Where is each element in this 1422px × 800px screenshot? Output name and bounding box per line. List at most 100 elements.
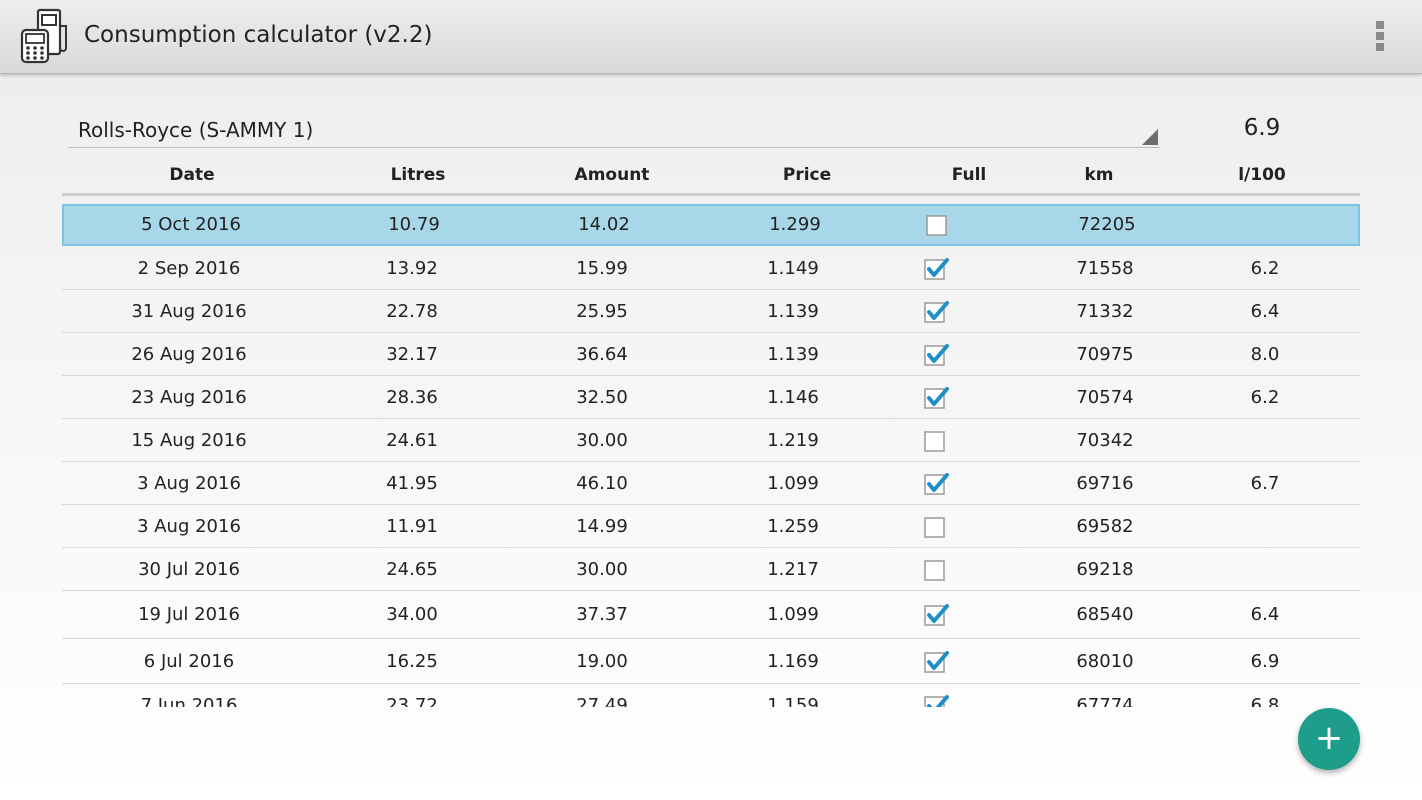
cell-km: 68010 [1076, 651, 1134, 672]
header-consumption[interactable]: l/100 [1212, 165, 1312, 185]
full-checkbox-unchecked[interactable] [924, 559, 946, 581]
cell-km: 69218 [1076, 559, 1134, 580]
vehicle-name: Rolls-Royce (S-AMMY 1) [78, 118, 314, 142]
full-checkbox-unchecked[interactable] [924, 516, 946, 538]
header-date[interactable]: Date [142, 165, 242, 185]
refuel-table-header: Date Litres Amount Price Full km l/100 [62, 156, 1360, 196]
table-row[interactable]: 7 Jun 2016 23.72 27.49 1.159 67774 6.8 [62, 684, 1360, 707]
cell-km: 67774 [1076, 695, 1134, 707]
refuel-table-body[interactable]: 5 Oct 2016 10.79 14.02 1.299 72205 2 Sep 2016… [62, 201, 1360, 707]
cell-date: 26 Aug 2016 [131, 344, 247, 365]
table-row[interactable]: 30 Jul 2016 24.65 30.00 1.217 69218 [62, 548, 1360, 591]
cell-amount: 14.99 [576, 516, 628, 537]
overflow-menu-icon[interactable] [1366, 16, 1394, 56]
cell-litres: 24.65 [386, 559, 438, 580]
cell-litres: 28.36 [386, 387, 438, 408]
cell-date: 15 Aug 2016 [131, 430, 247, 451]
cell-price: 1.149 [767, 258, 819, 279]
cell-date: 23 Aug 2016 [131, 387, 247, 408]
full-checkbox-checked[interactable] [924, 387, 949, 409]
cell-amount: 37.37 [576, 604, 628, 625]
cell-litres: 41.95 [386, 473, 438, 494]
cell-litres: 10.79 [388, 214, 440, 235]
cell-date: 2 Sep 2016 [137, 258, 241, 279]
cell-litres: 22.78 [386, 301, 438, 322]
full-checkbox-checked[interactable] [924, 651, 949, 673]
cell-consumption: 6.2 [1250, 258, 1280, 279]
table-row[interactable]: 15 Aug 2016 24.61 30.00 1.219 70342 [62, 419, 1360, 462]
cell-litres: 13.92 [386, 258, 438, 279]
cell-litres: 34.00 [386, 604, 438, 625]
cell-litres: 32.17 [386, 344, 438, 365]
cell-km: 68540 [1076, 604, 1134, 625]
table-row[interactable]: 31 Aug 2016 22.78 25.95 1.139 71332 6.4 [62, 290, 1360, 333]
cell-amount: 19.00 [576, 651, 628, 672]
full-checkbox-checked[interactable] [924, 604, 949, 626]
table-row[interactable]: 19 Jul 2016 34.00 37.37 1.099 68540 6.4 [62, 591, 1360, 639]
table-row[interactable]: 3 Aug 2016 41.95 46.10 1.099 69716 6.7 [62, 462, 1360, 505]
cell-price: 1.139 [767, 344, 819, 365]
cell-date: 3 Aug 2016 [137, 516, 241, 537]
table-row[interactable]: 3 Aug 2016 11.91 14.99 1.259 69582 [62, 505, 1360, 548]
cell-amount: 14.02 [578, 214, 630, 235]
header-litres[interactable]: Litres [368, 165, 468, 185]
cell-litres: 23.72 [386, 695, 438, 707]
header-amount[interactable]: Amount [562, 165, 662, 185]
cell-km: 71558 [1076, 258, 1134, 279]
table-row[interactable]: 23 Aug 2016 28.36 32.50 1.146 70574 6.2 [62, 376, 1360, 419]
cell-km: 70574 [1076, 387, 1134, 408]
cell-km: 69582 [1076, 516, 1134, 537]
cell-price: 1.219 [767, 430, 819, 451]
cell-consumption: 6.4 [1250, 604, 1280, 625]
cell-consumption: 6.9 [1250, 651, 1280, 672]
cell-km: 70342 [1076, 430, 1134, 451]
cell-km: 70975 [1076, 344, 1134, 365]
cell-consumption: 6.8 [1250, 695, 1280, 707]
fuel-pump-calculator-icon [20, 8, 74, 64]
header-km[interactable]: km [1049, 165, 1149, 185]
add-entry-button[interactable]: + [1298, 708, 1360, 770]
cell-date: 7 Jun 2016 [140, 695, 238, 707]
header-price[interactable]: Price [757, 165, 857, 185]
app-title: Consumption calculator (v2.2) [84, 22, 433, 48]
full-checkbox-checked[interactable] [924, 344, 949, 366]
table-row[interactable]: 6 Jul 2016 16.25 19.00 1.169 68010 6.9 [62, 639, 1360, 684]
cell-amount: 30.00 [576, 430, 628, 451]
spinner-arrow-icon [1142, 129, 1158, 145]
full-checkbox-unchecked[interactable] [926, 214, 948, 236]
cell-amount: 25.95 [576, 301, 628, 322]
full-checkbox-checked[interactable] [924, 301, 949, 323]
header-full[interactable]: Full [919, 165, 1019, 185]
cell-price: 1.217 [767, 559, 819, 580]
full-checkbox-checked[interactable] [924, 695, 949, 707]
table-row[interactable]: 5 Oct 2016 10.79 14.02 1.299 72205 [62, 204, 1360, 246]
cell-price: 1.099 [767, 473, 819, 494]
cell-amount: 27.49 [576, 695, 628, 707]
cell-consumption: 6.4 [1250, 301, 1280, 322]
cell-km: 69716 [1076, 473, 1134, 494]
table-row[interactable]: 2 Sep 2016 13.92 15.99 1.149 71558 6.2 [62, 247, 1360, 290]
cell-km: 71332 [1076, 301, 1134, 322]
cell-km: 72205 [1078, 214, 1136, 235]
full-checkbox-checked[interactable] [924, 258, 949, 280]
cell-litres: 11.91 [386, 516, 438, 537]
cell-price: 1.159 [767, 695, 819, 707]
cell-price: 1.099 [767, 604, 819, 625]
vehicle-spinner[interactable]: Rolls-Royce (S-AMMY 1) [68, 110, 1160, 148]
cell-amount: 46.10 [576, 473, 628, 494]
cell-consumption: 6.2 [1250, 387, 1280, 408]
cell-date: 3 Aug 2016 [137, 473, 241, 494]
cell-date: 19 Jul 2016 [138, 604, 240, 625]
cell-price: 1.146 [767, 387, 819, 408]
cell-price: 1.139 [767, 301, 819, 322]
full-checkbox-unchecked[interactable] [924, 430, 946, 452]
cell-date: 5 Oct 2016 [141, 214, 241, 235]
cell-consumption: 8.0 [1250, 344, 1280, 365]
full-checkbox-checked[interactable] [924, 473, 949, 495]
add-icon: + [1314, 718, 1344, 758]
cell-consumption: 6.7 [1250, 473, 1280, 494]
cell-price: 1.299 [769, 214, 821, 235]
table-header-row: Date Litres Amount Price Full km l/100 [62, 156, 1360, 196]
table-row[interactable]: 26 Aug 2016 32.17 36.64 1.139 70975 8.0 [62, 333, 1360, 376]
action-bar: Consumption calculator (v2.2) [0, 0, 1422, 74]
